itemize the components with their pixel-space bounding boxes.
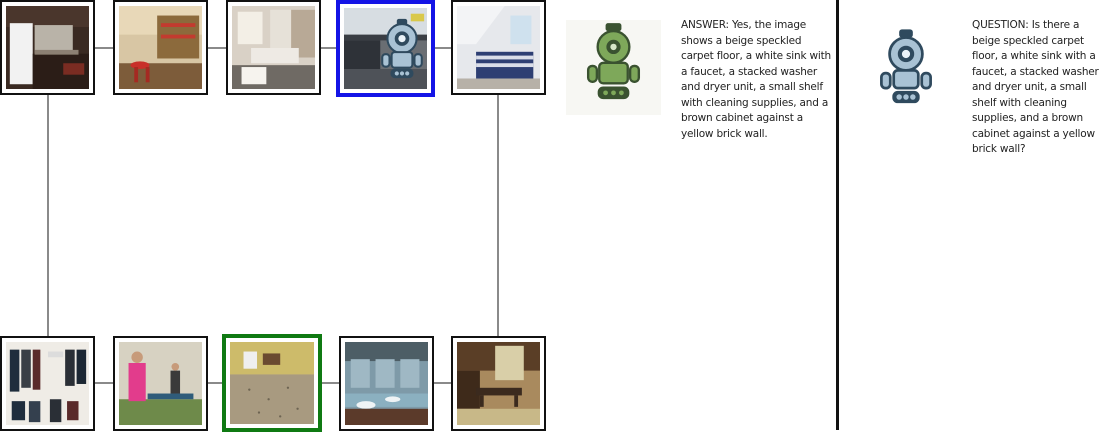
answer-robot-icon [566,20,661,115]
connector-line [47,94,49,338]
connector-line [433,47,453,49]
connector-line [207,47,227,49]
robot-agent-icon [381,18,423,79]
connector-line [94,382,114,384]
room-node-laundry-room-target[interactable] [222,334,322,432]
question-robot-icon [880,29,932,104]
connector-line [497,94,499,338]
room-node-bedroom[interactable] [451,0,546,95]
room-node-closet[interactable] [0,336,95,431]
room-node-bathroom[interactable] [226,0,321,95]
panel-divider [836,0,839,430]
question-text: QUESTION: Is there a beige speckled carp… [972,19,1099,155]
connector-line [320,382,340,384]
room-node-dining-room[interactable] [451,336,546,431]
room-node-office-current[interactable] [336,0,435,97]
room-node-washroom[interactable] [339,336,434,431]
connector-line [94,47,114,49]
room-node-kitchen[interactable] [0,0,95,95]
room-node-break-room[interactable] [113,0,208,95]
connector-line [433,382,453,384]
room-node-ping-pong-room[interactable] [113,336,208,431]
answer-text: ANSWER: Yes, the image shows a beige spe… [681,19,831,140]
